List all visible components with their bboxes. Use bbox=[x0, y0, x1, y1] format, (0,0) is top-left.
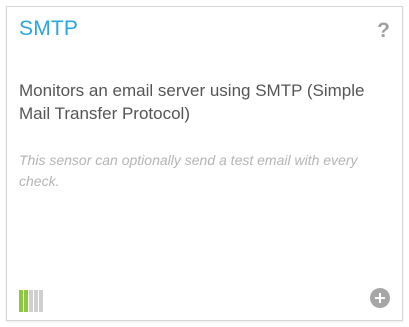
question-mark-icon[interactable]: ? bbox=[377, 19, 390, 43]
sensor-title: SMTP bbox=[19, 17, 79, 40]
impact-bar bbox=[29, 290, 33, 312]
impact-bar bbox=[34, 290, 38, 312]
impact-bar bbox=[19, 290, 23, 312]
impact-bar bbox=[39, 290, 43, 312]
sensor-description: Monitors an email server using SMTP (Sim… bbox=[19, 81, 365, 123]
impact-bar bbox=[24, 290, 28, 312]
sensor-card-smtp[interactable]: SMTP ? Monitors an email server using SM… bbox=[6, 6, 403, 321]
plus-circle-icon[interactable] bbox=[370, 288, 390, 308]
performance-impact-meter bbox=[19, 290, 43, 312]
sensor-note: This sensor can optionally send a test e… bbox=[19, 152, 358, 189]
